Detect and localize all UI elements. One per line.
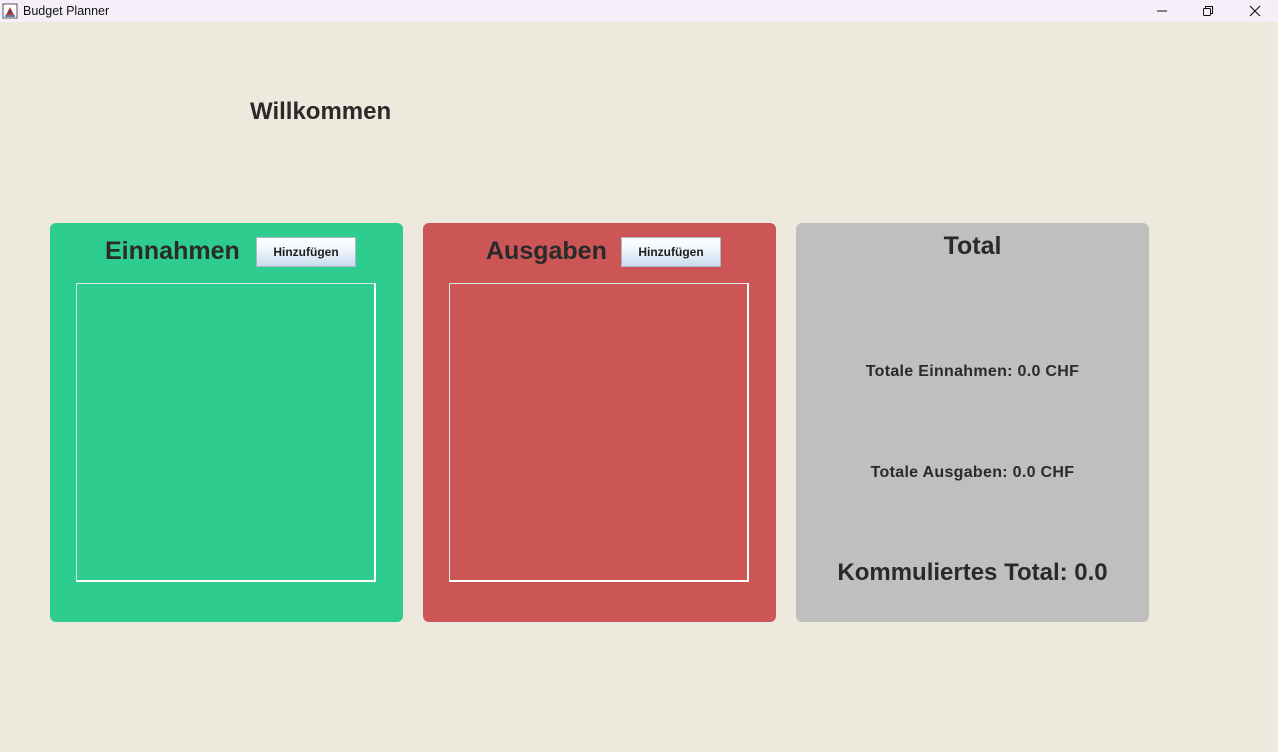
title-bar: Budget Planner xyxy=(0,0,1278,22)
cumulative-total-label: Kommuliertes Total: 0.0 xyxy=(837,559,1108,586)
app-icon xyxy=(2,3,18,19)
expense-panel: Ausgaben Hinzufügen xyxy=(423,223,776,622)
add-income-button[interactable]: Hinzufügen xyxy=(256,237,356,267)
income-panel: Einnahmen Hinzufügen xyxy=(50,223,403,622)
minimize-icon xyxy=(1157,10,1167,12)
restore-icon xyxy=(1203,6,1213,16)
total-expense-label: Totale Ausgaben: 0.0 CHF xyxy=(870,464,1075,481)
expense-title: Ausgaben xyxy=(486,237,607,265)
window-title: Budget Planner xyxy=(23,4,110,18)
total-title: Total xyxy=(943,232,1002,260)
expense-list[interactable] xyxy=(449,283,749,582)
total-panel: Total Totale Einnahmen: 0.0 CHF Totale A… xyxy=(796,223,1149,622)
income-title: Einnahmen xyxy=(105,237,240,265)
welcome-heading: Willkommen xyxy=(250,98,392,125)
income-list[interactable] xyxy=(76,283,376,582)
total-income-label: Totale Einnahmen: 0.0 CHF xyxy=(865,363,1080,380)
minimize-button[interactable] xyxy=(1139,0,1185,22)
close-button[interactable] xyxy=(1232,0,1278,22)
close-icon xyxy=(1249,5,1261,17)
add-expense-button[interactable]: Hinzufügen xyxy=(621,237,721,267)
restore-button[interactable] xyxy=(1185,0,1231,22)
